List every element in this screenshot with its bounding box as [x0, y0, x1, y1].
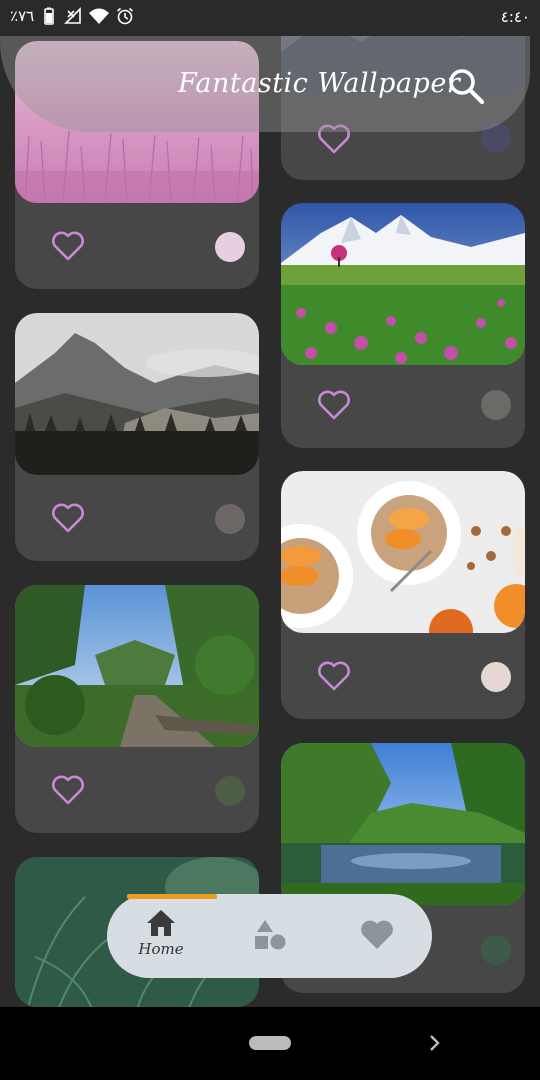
favorite-heart-icon[interactable] [317, 390, 351, 420]
status-left: ٪٧٦ [10, 7, 134, 25]
active-tab-indicator [127, 894, 217, 899]
color-swatch [215, 776, 245, 806]
nav-home[interactable]: Home [131, 908, 191, 968]
wallpaper-card-tropical-path[interactable] [15, 585, 259, 833]
alarm-icon [117, 7, 134, 25]
home-icon [147, 910, 175, 936]
home-gesture-pill[interactable] [249, 1036, 291, 1050]
wallpaper-card-snowy-mountain-meadow[interactable] [281, 203, 525, 448]
heart-icon [361, 920, 393, 949]
color-swatch [215, 504, 245, 534]
system-navigation-bar [0, 1007, 540, 1080]
app-header: Fantastic Wallpaper [0, 0, 540, 132]
favorite-heart-icon[interactable] [51, 503, 85, 533]
favorite-heart-icon[interactable] [317, 661, 351, 691]
status-time: ٤:٤٠ [500, 8, 530, 26]
color-swatch [481, 390, 511, 420]
nav-favorites[interactable] [347, 908, 407, 968]
wallpaper-image[interactable] [281, 743, 525, 905]
wifi-icon [89, 8, 110, 24]
wallpaper-image[interactable] [281, 471, 525, 633]
color-swatch [215, 232, 245, 262]
wallpaper-card-misty-mountains[interactable] [15, 313, 259, 561]
shapes-icon [255, 920, 286, 950]
bottom-navigation: Home [107, 894, 432, 978]
nav-categories[interactable] [240, 908, 300, 968]
color-swatch [481, 935, 511, 965]
wallpaper-image[interactable] [15, 313, 259, 475]
nav-home-label: Home [138, 940, 184, 958]
wallpaper-card-fruit-bowls[interactable] [281, 471, 525, 719]
color-swatch [481, 662, 511, 692]
favorite-heart-icon[interactable] [51, 231, 85, 261]
chevron-right-icon[interactable] [425, 1031, 445, 1055]
search-icon[interactable] [446, 66, 486, 106]
no-signal-icon [64, 7, 81, 24]
battery-percent: ٪٧٦ [10, 7, 35, 25]
page-title: Fantastic Wallpaper [178, 68, 461, 99]
wallpaper-image[interactable] [15, 585, 259, 747]
battery-icon [44, 7, 54, 25]
favorite-heart-icon[interactable] [51, 775, 85, 805]
status-bar: ٪٧٦ ٤:٤٠ [0, 0, 540, 36]
wallpaper-image[interactable] [281, 203, 525, 365]
